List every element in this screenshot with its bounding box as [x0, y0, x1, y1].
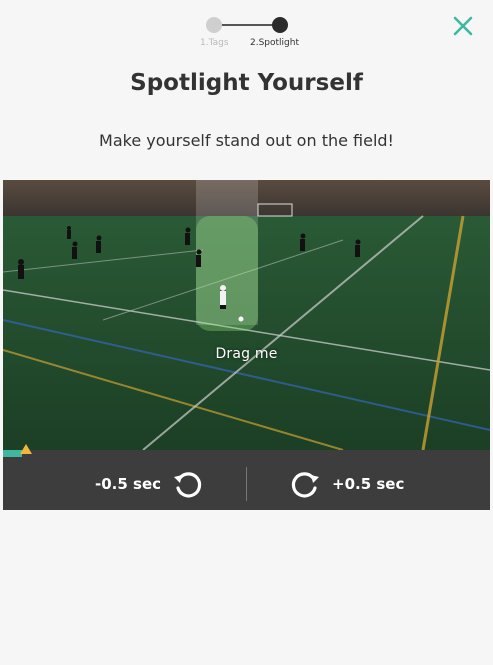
rotate-cw-icon — [291, 471, 319, 497]
soccer-field-image — [3, 180, 490, 450]
page-title: Spotlight Yourself — [130, 70, 363, 96]
close-icon — [453, 16, 473, 36]
drag-hint: Drag me — [215, 346, 278, 362]
video-frame[interactable] — [3, 180, 490, 450]
video-progress[interactable] — [3, 444, 490, 457]
step-1-dot[interactable] — [206, 17, 222, 33]
page-subtitle: Make yourself stand out on the field! — [99, 131, 394, 150]
rewind-label: -0.5 sec — [95, 474, 162, 493]
close-button[interactable] — [451, 14, 475, 38]
step-2-label: 2.Spotlight — [250, 38, 299, 48]
stepper: 1.Tags 2.Spotlight — [196, 14, 316, 54]
step-1-label: 1.Tags — [200, 38, 229, 48]
controls-bar: -0.5 sec +0.5 sec — [3, 457, 490, 510]
forward-label: +0.5 sec — [332, 474, 405, 493]
controls-divider — [246, 467, 247, 501]
forward-half-sec-button[interactable]: +0.5 sec — [288, 457, 404, 510]
rewind-half-sec-button[interactable]: -0.5 sec — [95, 457, 205, 510]
rotate-ccw-icon — [174, 471, 202, 497]
progress-marker[interactable] — [20, 444, 32, 454]
step-2-dot[interactable] — [272, 17, 288, 33]
stepper-line — [214, 24, 280, 26]
